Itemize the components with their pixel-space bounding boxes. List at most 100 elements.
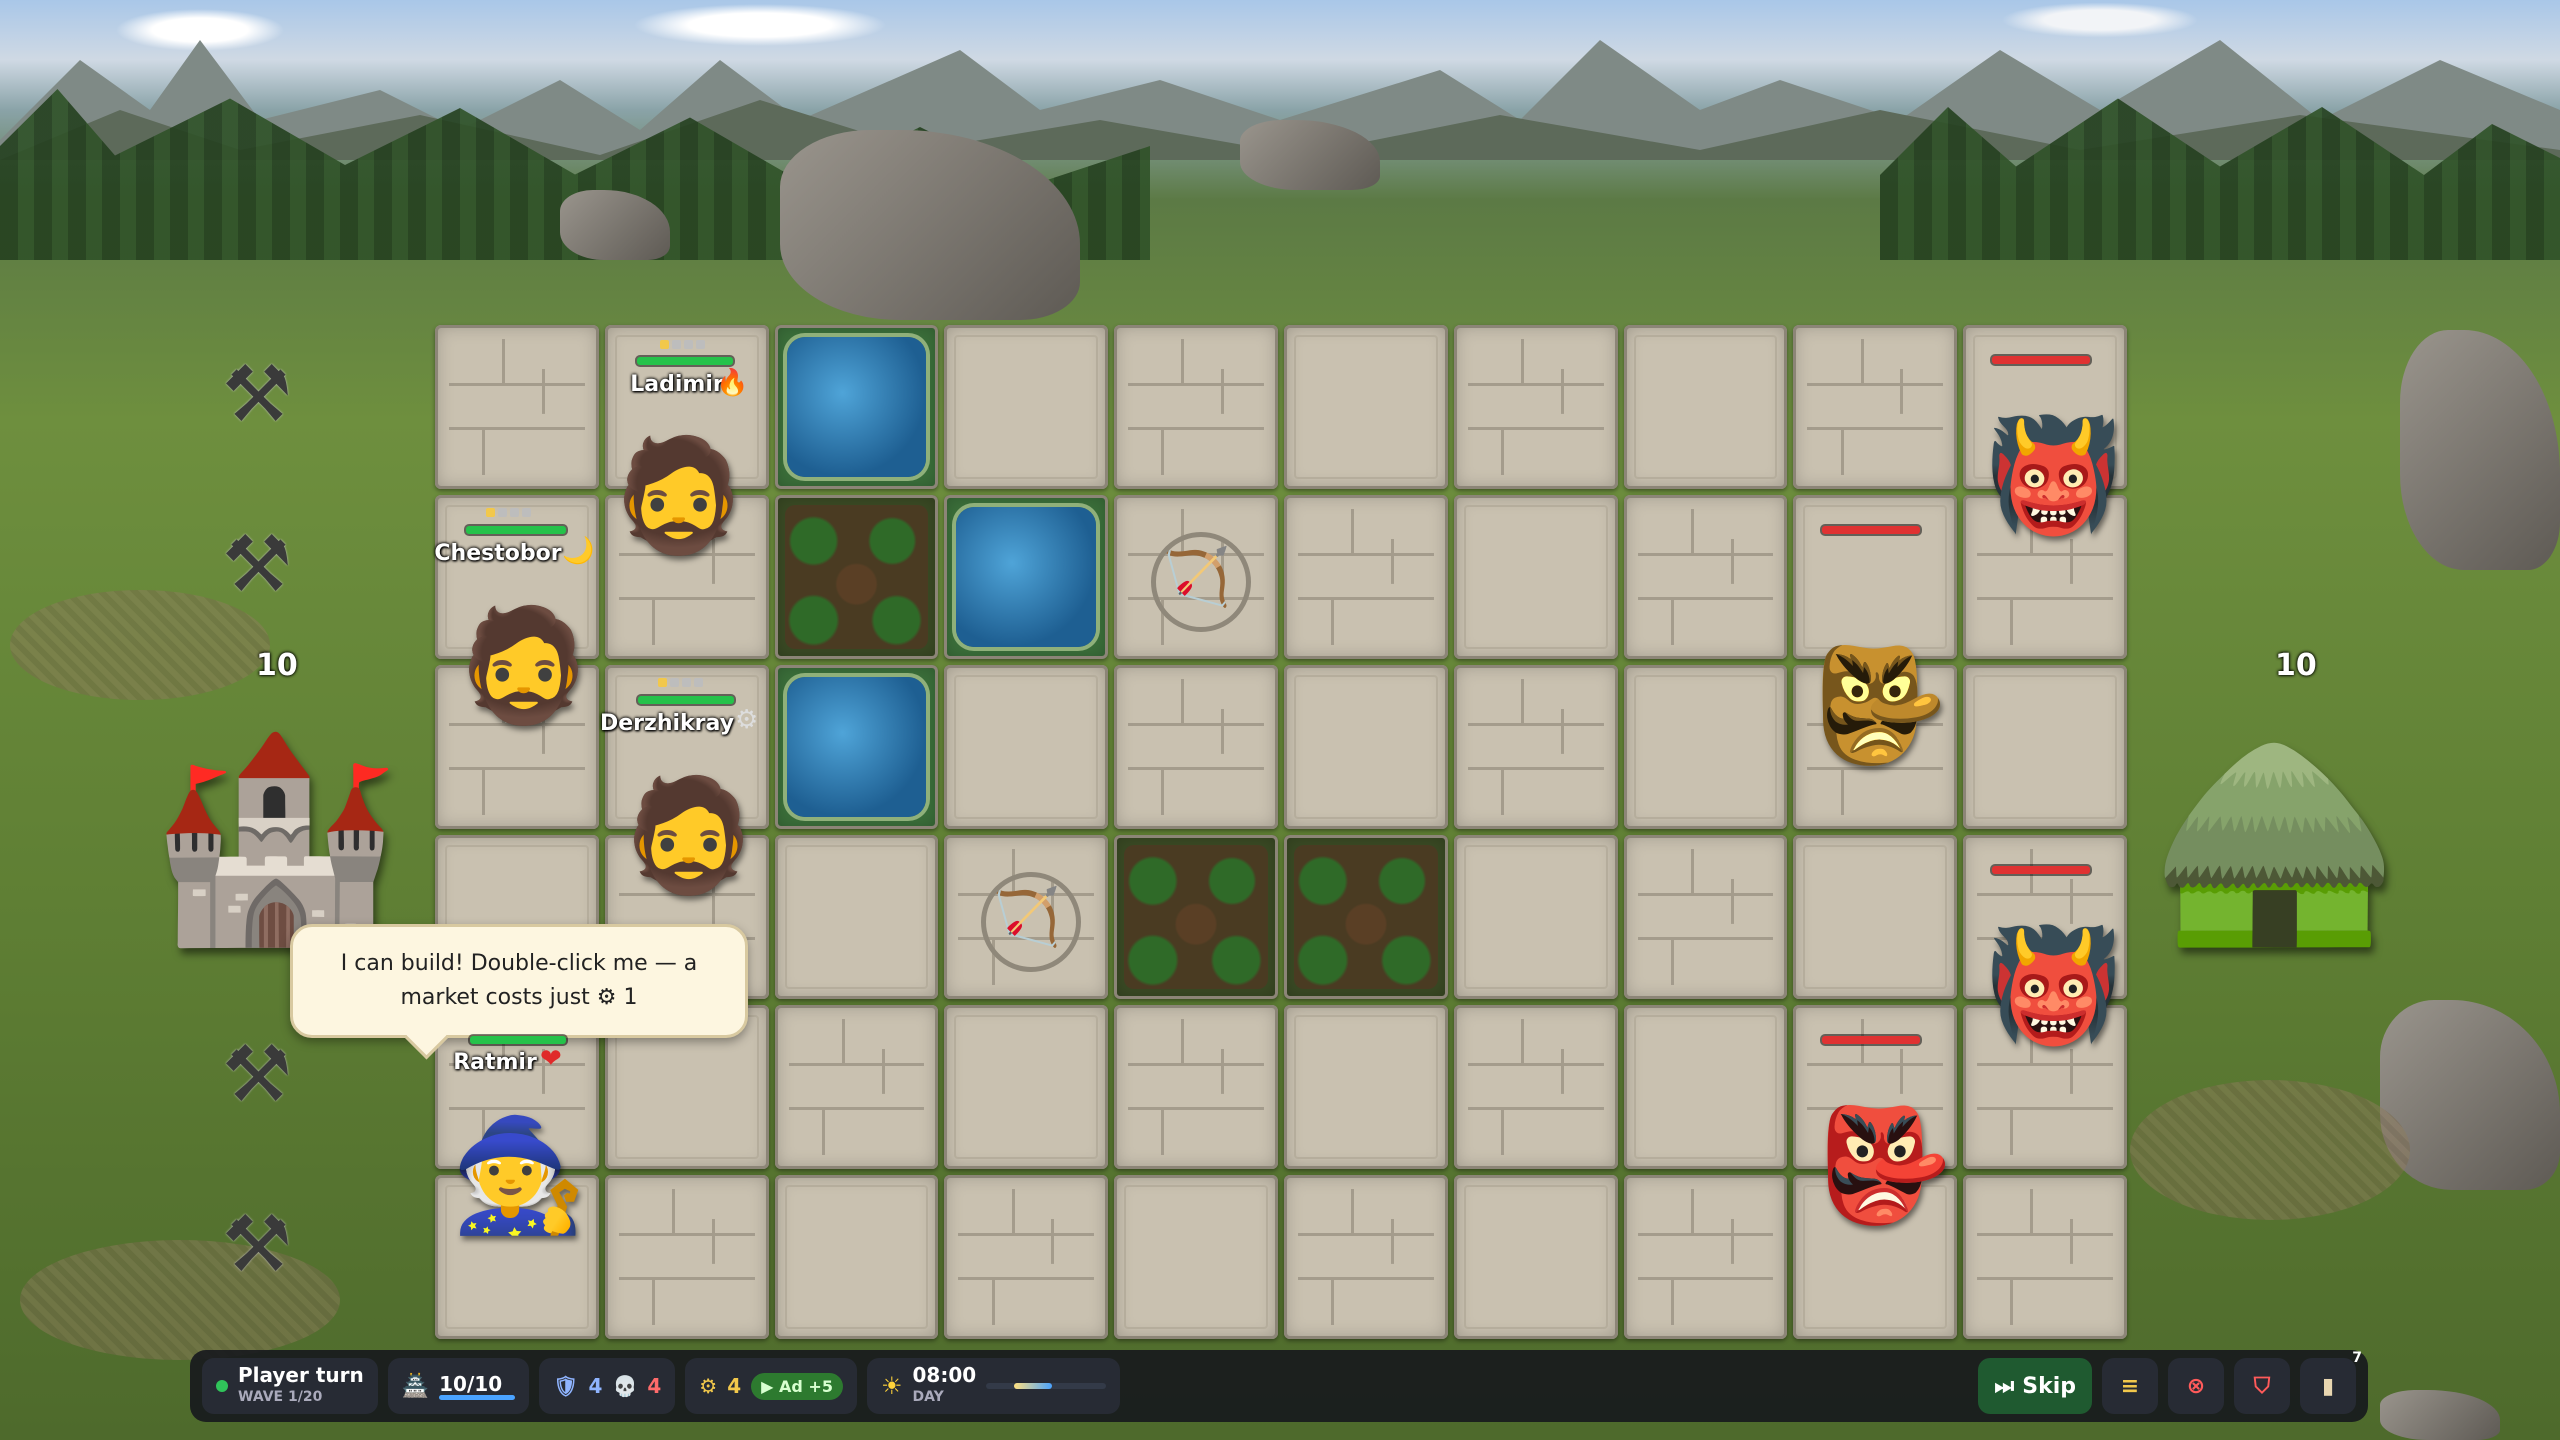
skip-icon: ⏭ [1994, 1373, 2015, 1399]
board-tile[interactable] [1963, 1175, 2127, 1339]
turn-indicator: Player turn WAVE 1/20 [202, 1358, 378, 1414]
board-tile[interactable] [1284, 665, 1448, 829]
board-tile[interactable] [1453, 1175, 1618, 1339]
stop-icon: ⊗ [2186, 1373, 2206, 1399]
board-tile[interactable] [435, 325, 599, 489]
crossed-hammer-icon[interactable]: ⚒ [222, 520, 292, 610]
board-tile[interactable] [774, 835, 939, 999]
unit-name-chestobor: Chestobor [434, 541, 562, 566]
board-tile[interactable] [1793, 835, 1958, 999]
enemy-hut[interactable]: 🛖 [2150, 720, 2399, 955]
board-tile[interactable] [1453, 665, 1618, 829]
board-tile[interactable] [1114, 1175, 1278, 1339]
board-tile[interactable] [774, 1175, 939, 1339]
unit-name-ratmir: Ratmir [453, 1050, 537, 1075]
cards-count-badge: 7 [2352, 1350, 2362, 1366]
castle-hp-value: 10/10 [439, 1371, 503, 1396]
turn-label: Player turn [238, 1363, 364, 1387]
board-tile-forest[interactable] [1284, 835, 1448, 999]
board-tile[interactable] [1453, 835, 1618, 999]
skull-count: 4 [647, 1374, 662, 1398]
enemy-hp-bar [1992, 866, 2090, 874]
day-progress-bar [986, 1383, 1107, 1389]
shield-button[interactable]: ⛉ [2234, 1358, 2290, 1414]
bubble-line-2: market costs just ⚙ 1 [400, 985, 638, 1010]
shield-icon: ⛉ [2253, 1373, 2271, 1399]
army-panel: 🛡 4 💀 4 [539, 1358, 676, 1414]
cracked-ground [2130, 1080, 2410, 1220]
board-tile[interactable] [944, 325, 1109, 489]
board-tile-forest[interactable] [1114, 835, 1278, 999]
board-tile[interactable] [1114, 1005, 1278, 1169]
menu-button[interactable]: ≡ [2102, 1358, 2158, 1414]
board-tile-archer-spot[interactable]: 🏹 [944, 835, 1109, 999]
board-tile[interactable] [1623, 495, 1788, 659]
board-tile[interactable] [1963, 665, 2127, 829]
board-tile-archer-spot[interactable]: 🏹 [1114, 495, 1278, 659]
board-tile[interactable] [1284, 1175, 1448, 1339]
board-tile[interactable] [944, 665, 1109, 829]
cards-button[interactable]: ▮ 7 [2300, 1350, 2362, 1414]
board-tile[interactable] [944, 1005, 1109, 1169]
fire-icon: 🔥 [716, 368, 749, 398]
board-tile-forest[interactable] [774, 495, 939, 659]
board-tile-water[interactable] [774, 325, 939, 489]
dwarf-derzhikray[interactable]: 🧔 [620, 780, 757, 890]
time-value: 08:00 [912, 1363, 977, 1387]
skull-icon: 💀 [612, 1374, 638, 1398]
board-tile[interactable] [1284, 325, 1448, 489]
board-tile-water[interactable] [774, 665, 939, 829]
unit-name-derzhikray: Derzhikray [600, 711, 735, 736]
shield-icon: 🛡 [553, 1374, 579, 1398]
orc-spearman[interactable]: 👹 [1985, 420, 2122, 530]
board-tile[interactable] [1623, 1005, 1788, 1169]
board-tile[interactable] [1453, 495, 1618, 659]
board-tile[interactable] [1453, 325, 1618, 489]
action-pips [486, 508, 531, 517]
board-tile[interactable] [1623, 665, 1788, 829]
board-tile[interactable] [944, 1175, 1109, 1339]
tutorial-speech-bubble[interactable]: I can build! Double-click me — a market … [290, 924, 748, 1038]
crossed-hammer-icon[interactable]: ⚒ [222, 1200, 292, 1290]
board-tile[interactable] [1793, 495, 1958, 659]
castle-icon: 🏯 [401, 1373, 430, 1399]
board-tile[interactable] [1623, 835, 1788, 999]
board-tile[interactable] [1793, 325, 1958, 489]
board-tile[interactable] [1284, 495, 1448, 659]
gear-icon: ⚙ [699, 1374, 718, 1398]
enemy-hp-bar [1822, 526, 1920, 534]
crossed-hammer-icon[interactable]: ⚒ [222, 350, 292, 440]
castle-hp-panel: 🏯 10/10 [387, 1358, 530, 1414]
bow-icon: 🏹 [991, 885, 1062, 950]
stop-button[interactable]: ⊗ [2168, 1358, 2224, 1414]
board-tile[interactable] [1453, 1005, 1618, 1169]
dwarf-ladimir[interactable]: 🧔 [610, 440, 747, 550]
card-icon: ▮ [2321, 1373, 2335, 1399]
time-panel: ☀ 08:00 DAY [866, 1358, 1121, 1414]
orc-spearman[interactable]: 👹 [1985, 930, 2122, 1040]
ladimir-hp-bar [637, 357, 733, 365]
ghoul-creature[interactable]: 👺 [1810, 650, 1947, 760]
board-tile[interactable] [1284, 1005, 1448, 1169]
bottom-hud: Player turn WAVE 1/20 🏯 10/10 🛡 4 💀 4 ⚙ … [190, 1350, 2368, 1422]
moon-icon: 🌙 [562, 536, 595, 566]
board-tile[interactable] [1623, 325, 1788, 489]
gear-icon: ⚙ [735, 705, 759, 735]
player-castle[interactable]: 🏰 [150, 720, 399, 955]
dwarf-ratmir[interactable]: 🧙 [450, 1120, 587, 1230]
wave-label: WAVE 1/20 [238, 1389, 323, 1405]
crossed-hammer-icon[interactable]: ⚒ [222, 1030, 292, 1120]
board-tile[interactable] [774, 1005, 939, 1169]
board-tile[interactable] [604, 1175, 769, 1339]
dwarf-chestobor[interactable]: 🧔 [455, 610, 592, 720]
skip-button[interactable]: ⏭ Skip [1978, 1358, 2092, 1414]
watch-ad-button[interactable]: ▶ Ad +5 [751, 1372, 843, 1400]
board-tile[interactable] [1114, 325, 1278, 489]
resource-panel: ⚙ 4 ▶ Ad +5 [685, 1358, 857, 1414]
board-tile-water[interactable] [944, 495, 1109, 659]
gear-count: 4 [727, 1374, 742, 1398]
board-tile[interactable] [1623, 1175, 1788, 1339]
board-tile[interactable] [1114, 665, 1278, 829]
castle-hp-bar [439, 1394, 516, 1400]
goblin-archer[interactable]: 👺 [1815, 1110, 1952, 1220]
